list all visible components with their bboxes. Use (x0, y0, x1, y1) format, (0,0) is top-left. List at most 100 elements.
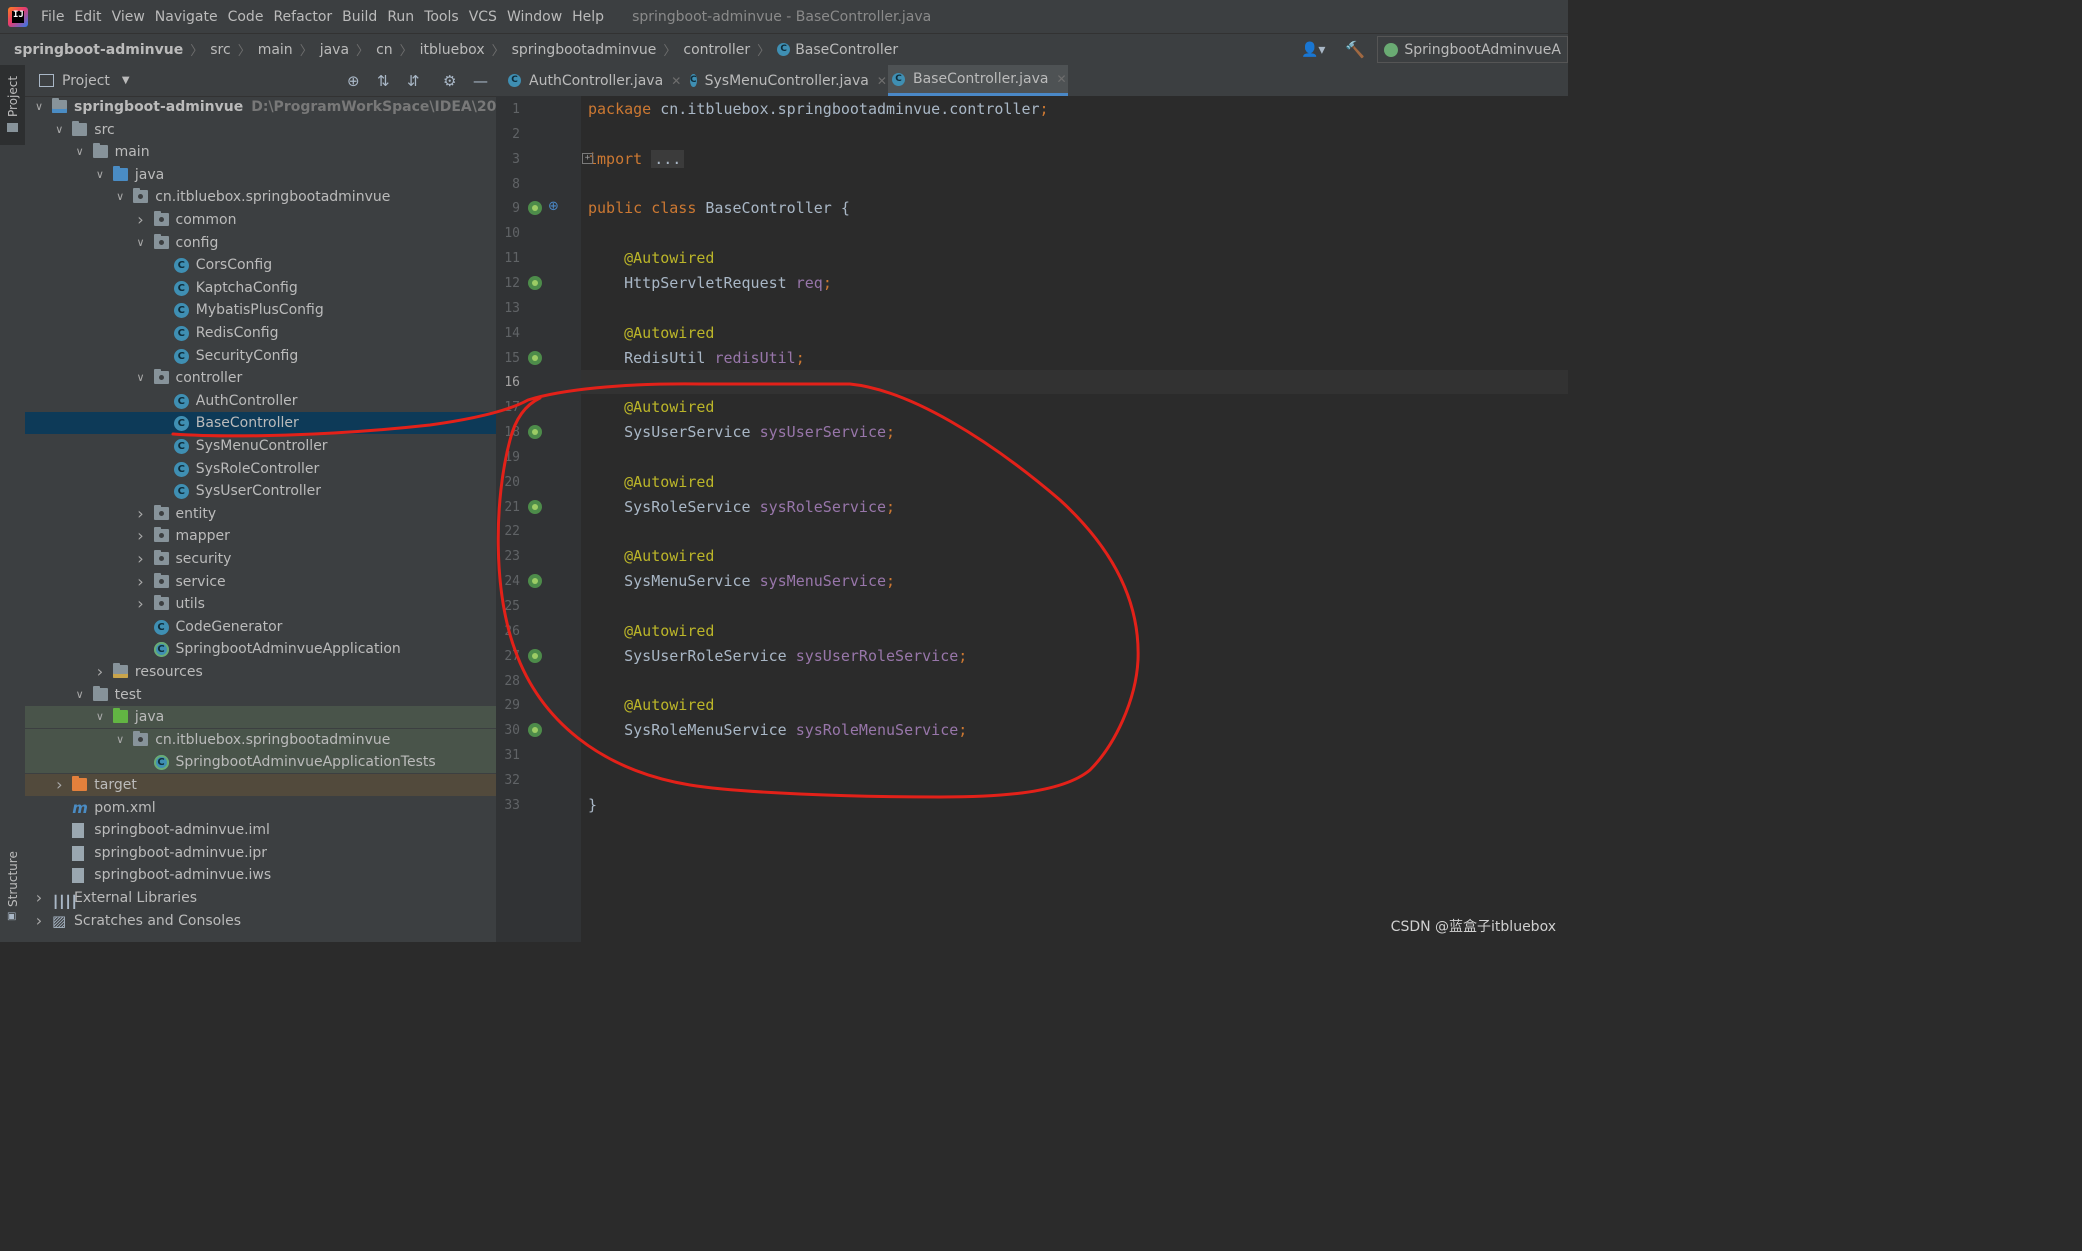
project-tool-button[interactable]: Project (0, 65, 25, 145)
spring-bean-icon[interactable] (528, 574, 542, 588)
gear-icon[interactable]: ⚙ (443, 72, 456, 90)
breadcrumb-item[interactable]: java (320, 42, 349, 58)
menu-view[interactable]: View (112, 9, 145, 25)
tree-row[interactable]: C SysMenuController (25, 435, 496, 457)
menu-file[interactable]: File (41, 9, 64, 25)
tree-row[interactable]: ∨ java (25, 706, 496, 728)
tree-row[interactable]: C KaptchaConfig (25, 277, 496, 299)
menu-tools[interactable]: Tools (424, 9, 459, 25)
menu-run[interactable]: Run (387, 9, 414, 25)
chevron-down-icon[interactable]: ∨ (74, 141, 86, 163)
tree-row[interactable]: › service (25, 571, 496, 593)
tree-row[interactable]: › common (25, 209, 496, 231)
fold-toggle-icon[interactable]: + (582, 153, 593, 164)
chevron-down-icon[interactable]: ∨ (33, 96, 45, 118)
tree-row[interactable]: C CodeGenerator (25, 616, 496, 638)
tree-row[interactable]: C SpringbootAdminvueApplication (25, 638, 496, 660)
code-editor[interactable]: package cn.itbluebox.springbootadminvue.… (581, 96, 1568, 942)
chevron-right-icon[interactable]: › (33, 910, 45, 932)
menu-vcs[interactable]: VCS (469, 9, 497, 25)
tree-row[interactable]: ∨ java (25, 164, 496, 186)
tree-row[interactable]: › ┃┃┃┃ External Libraries (25, 887, 496, 909)
breadcrumb-item[interactable]: itbluebox (420, 42, 485, 58)
tree-row[interactable]: ∨ springboot-adminvue D:\ProgramWorkSpace\… (25, 96, 496, 118)
breadcrumb-item[interactable]: controller (683, 42, 750, 58)
spring-bean-icon[interactable] (528, 425, 542, 439)
menu-build[interactable]: Build (342, 9, 377, 25)
tree-row[interactable]: C SecurityConfig (25, 345, 496, 367)
tree-row[interactable]: C BaseController (25, 412, 496, 434)
editor-tab[interactable]: C AuthController.java ✕ (504, 65, 682, 96)
tree-row[interactable]: C RedisConfig (25, 322, 496, 344)
chevron-down-icon[interactable]: ∨ (94, 164, 106, 186)
chevron-right-icon[interactable]: › (135, 209, 147, 231)
tree-row[interactable]: › resources (25, 661, 496, 683)
chevron-down-icon[interactable]: ∨ (135, 232, 147, 254)
spring-bean-icon[interactable] (528, 351, 542, 365)
tree-row[interactable]: C MybatisPlusConfig (25, 299, 496, 321)
tree-row[interactable]: C SysRoleController (25, 458, 496, 480)
tree-row[interactable]: C AuthController (25, 390, 496, 412)
tree-row[interactable]: springboot-adminvue.iml (25, 819, 496, 841)
tree-row[interactable]: › target (25, 774, 496, 796)
tree-row[interactable]: › utils (25, 593, 496, 615)
tree-row[interactable]: ∨ cn.itbluebox.springbootadminvue (25, 186, 496, 208)
chevron-down-icon[interactable]: ∨ (114, 729, 126, 751)
chevron-right-icon[interactable]: › (33, 887, 45, 909)
folded-imports[interactable]: ... (651, 150, 685, 168)
chevron-right-icon[interactable]: › (53, 774, 65, 796)
tree-row[interactable]: C SpringbootAdminvueApplicationTests (25, 751, 496, 773)
tree-row[interactable]: ∨ controller (25, 367, 496, 389)
breadcrumb-item[interactable]: cn (376, 42, 393, 58)
user-dropdown-icon[interactable]: 👤▾ (1301, 42, 1325, 58)
breadcrumb-item[interactable]: main (258, 42, 293, 58)
tree-row[interactable]: ∨ main (25, 141, 496, 163)
tree-row[interactable]: › security (25, 548, 496, 570)
structure-tool-button[interactable]: Structure ▣ (0, 840, 25, 922)
tree-row[interactable]: springboot-adminvue.iws (25, 864, 496, 886)
tree-row[interactable]: › entity (25, 503, 496, 525)
menu-edit[interactable]: Edit (74, 9, 101, 25)
tree-row[interactable]: C CorsConfig (25, 254, 496, 276)
chevron-right-icon[interactable]: › (94, 661, 106, 683)
collapse-all-icon[interactable]: ⇵ (407, 72, 420, 90)
menu-navigate[interactable]: Navigate (155, 9, 218, 25)
locate-icon[interactable]: ⊕ (347, 72, 360, 90)
chevron-down-icon[interactable]: ∨ (53, 119, 65, 141)
chevron-down-icon[interactable]: ∨ (74, 684, 86, 706)
tree-row[interactable]: springboot-adminvue.ipr (25, 842, 496, 864)
chevron-down-icon[interactable]: ∨ (94, 706, 106, 728)
menu-refactor[interactable]: Refactor (273, 9, 332, 25)
spring-bean-icon[interactable] (528, 500, 542, 514)
editor-tab[interactable]: C SysMenuController.java ✕ (686, 65, 887, 96)
tree-row[interactable]: m pom.xml (25, 797, 496, 819)
breadcrumb-item[interactable]: src (210, 42, 230, 58)
chevron-right-icon[interactable]: › (135, 503, 147, 525)
chevron-right-icon[interactable]: › (135, 525, 147, 547)
close-tab-icon[interactable]: ✕ (671, 74, 681, 88)
build-hammer-icon[interactable]: 🔨 (1345, 40, 1365, 59)
expand-all-icon[interactable]: ⇅ (377, 72, 390, 90)
chevron-right-icon[interactable]: › (135, 548, 147, 570)
close-tab-icon[interactable]: ✕ (1056, 72, 1066, 86)
breadcrumb-item[interactable]: springboot-adminvue (14, 42, 183, 58)
menu-help[interactable]: Help (572, 9, 604, 25)
chevron-right-icon[interactable]: › (135, 593, 147, 615)
tree-row[interactable]: ∨ config (25, 232, 496, 254)
chevron-down-icon[interactable]: ∨ (114, 186, 126, 208)
tree-row[interactable]: ∨ src (25, 119, 496, 141)
close-tab-icon[interactable]: ✕ (877, 74, 887, 88)
tree-row[interactable]: C SysUserController (25, 480, 496, 502)
hide-panel-icon[interactable]: — (473, 72, 488, 90)
search-icon[interactable]: ⊕ (548, 199, 559, 214)
spring-bean-icon[interactable] (528, 201, 542, 215)
breadcrumb-item[interactable]: springbootadminvue (512, 42, 657, 58)
project-view-selector[interactable]: Project ▼ (39, 73, 130, 89)
spring-bean-icon[interactable] (528, 723, 542, 737)
spring-bean-icon[interactable] (528, 649, 542, 663)
editor-tab[interactable]: C BaseController.java ✕ (888, 65, 1068, 96)
tree-row[interactable]: › ▨ Scratches and Consoles (25, 910, 496, 932)
tree-row[interactable]: ∨ test (25, 684, 496, 706)
chevron-down-icon[interactable]: ∨ (135, 367, 147, 389)
breadcrumb-item[interactable]: BaseController (795, 42, 898, 58)
